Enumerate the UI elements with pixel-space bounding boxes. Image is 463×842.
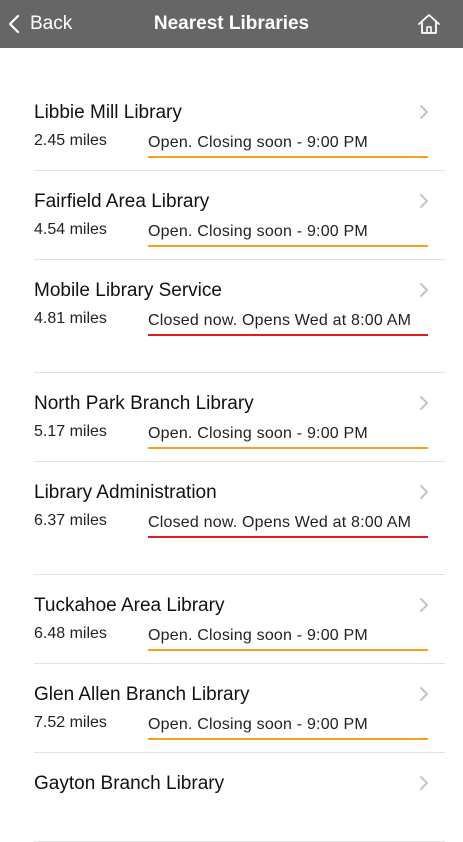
library-distance: 5.17 miles	[34, 423, 107, 440]
chevron-right-icon	[420, 776, 428, 790]
library-row[interactable]: Glen Allen Branch Library 7.52 miles Ope…	[34, 664, 445, 753]
library-distance: 6.37 miles	[34, 512, 107, 529]
chevron-right-icon	[420, 194, 428, 208]
library-distance: 2.45 miles	[34, 132, 107, 149]
library-status: Closed now. Opens Wed at 8:00 AM	[148, 309, 428, 336]
library-distance: 4.81 miles	[34, 310, 107, 327]
home-icon[interactable]	[417, 12, 441, 36]
chevron-right-icon	[420, 396, 428, 410]
library-name: North Park Branch Library	[34, 393, 254, 414]
chevron-right-icon	[420, 485, 428, 499]
back-label: Back	[30, 13, 73, 34]
library-status: Open. Closing soon - 9:00 PM	[148, 422, 428, 449]
library-distance: 4.54 miles	[34, 221, 107, 238]
library-status: Open. Closing soon - 9:00 PM	[148, 220, 428, 247]
chevron-right-icon	[420, 105, 428, 119]
library-row[interactable]: Gayton Branch Library	[34, 753, 445, 842]
library-name: Gayton Branch Library	[34, 773, 225, 794]
library-name: Library Administration	[34, 482, 217, 503]
library-row[interactable]: North Park Branch Library 5.17 miles Ope…	[34, 373, 445, 462]
chevron-right-icon	[420, 687, 428, 701]
nav-bar: Back Nearest Libraries	[0, 0, 463, 48]
library-row[interactable]: Libbie Mill Library 2.45 miles Open. Clo…	[34, 82, 445, 171]
chevron-right-icon	[420, 598, 428, 612]
library-status: Open. Closing soon - 9:00 PM	[148, 713, 428, 740]
chevron-left-icon	[8, 14, 20, 34]
chevron-right-icon	[420, 283, 428, 297]
library-name: Fairfield Area Library	[34, 191, 210, 212]
library-name: Mobile Library Service	[34, 280, 222, 301]
library-name: Libbie Mill Library	[34, 102, 182, 123]
back-button[interactable]: Back	[8, 0, 72, 48]
library-name: Glen Allen Branch Library	[34, 684, 250, 705]
library-row[interactable]: Mobile Library Service 4.81 miles Closed…	[34, 260, 445, 373]
library-status: Open. Closing soon - 9:00 PM	[148, 624, 428, 651]
library-list: Libbie Mill Library 2.45 miles Open. Clo…	[0, 82, 463, 842]
library-status: Closed now. Opens Wed at 8:00 AM	[148, 511, 428, 538]
library-row[interactable]: Library Administration 6.37 miles Closed…	[34, 462, 445, 575]
library-distance: 6.48 miles	[34, 625, 107, 642]
library-row[interactable]: Fairfield Area Library 4.54 miles Open. …	[34, 171, 445, 260]
library-distance: 7.52 miles	[34, 714, 107, 731]
library-name: Tuckahoe Area Library	[34, 595, 225, 616]
library-row[interactable]: Tuckahoe Area Library 6.48 miles Open. C…	[34, 575, 445, 664]
library-status: Open. Closing soon - 9:00 PM	[148, 131, 428, 158]
